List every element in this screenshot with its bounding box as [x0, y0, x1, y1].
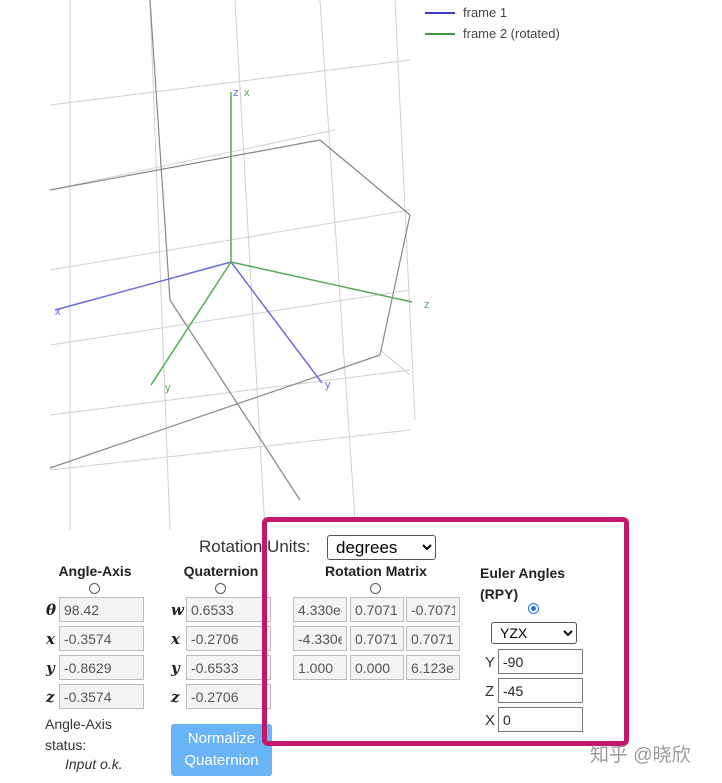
- 3d-plot[interactable]: x y z x y z: [0, 0, 722, 530]
- euler-angles-title: Euler Angles (RPY): [480, 563, 565, 605]
- legend-item-frame1[interactable]: frame 1: [425, 5, 507, 20]
- grid-edge: [169, 299, 301, 501]
- frame2-axes: [150, 92, 413, 386]
- legend-label: frame 2 (rotated): [463, 26, 560, 41]
- rotation-matrix-title: Rotation Matrix: [325, 563, 427, 579]
- matrix-cell-2-2[interactable]: [406, 655, 460, 680]
- grid-line: [319, 0, 356, 521]
- grid-line: [49, 209, 411, 271]
- euler-order-select[interactable]: YZX: [491, 622, 577, 644]
- angle-axis-theta-input[interactable]: [59, 597, 144, 622]
- quaternion-symbol-w: w: [171, 601, 184, 619]
- matrix-cell-2-1[interactable]: [350, 655, 404, 680]
- angle-axis-symbol-z: z: [46, 688, 55, 706]
- quaternion-title: Quaternion: [183, 563, 259, 579]
- frame1-y-axis: [230, 261, 323, 384]
- quaternion-radio[interactable]: [215, 583, 226, 594]
- euler-title-line1: Euler Angles: [480, 565, 566, 581]
- frame2-y-label: y: [165, 382, 171, 394]
- matrix-cell-0-2[interactable]: [406, 597, 460, 622]
- euler-z-input[interactable]: [498, 678, 583, 703]
- frame1-axes: [54, 261, 323, 384]
- grid-frame: [49, 0, 411, 501]
- angle-axis-status-text: Input o.k.: [65, 756, 123, 772]
- grid-edge: [49, 139, 321, 191]
- matrix-cell-1-0[interactable]: [293, 626, 347, 651]
- angle-axis-radio[interactable]: [89, 583, 100, 594]
- grid-line: [379, 349, 411, 376]
- normalize-quaternion-button[interactable]: Normalize Quaternion: [171, 724, 272, 776]
- rotation-units-label: Rotation Units:: [199, 537, 311, 556]
- quaternion-symbol-z: z: [171, 688, 180, 706]
- legend-label: frame 1: [463, 5, 508, 20]
- grid-line: [149, 0, 171, 530]
- quaternion-symbol-y: y: [171, 659, 180, 677]
- euler-angles-radio[interactable]: [528, 603, 539, 614]
- quaternion-x-input[interactable]: [186, 626, 271, 651]
- euler-symbol-y: Y: [485, 654, 496, 671]
- rotation-units-select[interactable]: degrees: [327, 535, 436, 560]
- euler-symbol-x: X: [485, 712, 496, 729]
- frame1-z-label: z: [233, 87, 239, 99]
- normalize-button-line1: Normalize: [187, 730, 256, 747]
- rotation-matrix-radio[interactable]: [370, 583, 381, 594]
- frame2-z-label: z: [424, 299, 430, 311]
- angle-axis-status-label: Angle-Axis status:: [45, 716, 112, 753]
- matrix-cell-1-2[interactable]: [406, 626, 460, 651]
- quaternion-z-input[interactable]: [186, 684, 271, 709]
- quaternion-y-input[interactable]: [186, 655, 271, 680]
- frame2-x-label: x: [244, 87, 250, 99]
- angle-axis-y-input[interactable]: [59, 655, 144, 680]
- euler-x-input[interactable]: [498, 707, 583, 732]
- angle-axis-symbol-y: y: [46, 659, 55, 677]
- euler-y-input[interactable]: [498, 649, 583, 674]
- angle-axis-z-input[interactable]: [59, 684, 144, 709]
- euler-title-line2: (RPY): [480, 586, 519, 602]
- frame1-x-label: x: [55, 306, 61, 318]
- normalize-button-line2: Quaternion: [184, 752, 259, 769]
- matrix-cell-1-1[interactable]: [350, 626, 404, 651]
- grid-edge: [379, 214, 411, 356]
- quaternion-w-input[interactable]: [186, 597, 271, 622]
- angle-axis-symbol-theta: θ: [46, 601, 57, 619]
- legend-swatch: [425, 32, 455, 35]
- frame1-y-label: y: [325, 379, 331, 391]
- matrix-cell-0-0[interactable]: [293, 597, 347, 622]
- watermark: 知乎 @晓欣: [590, 745, 691, 766]
- grid-edge: [49, 354, 381, 469]
- matrix-cell-2-0[interactable]: [293, 655, 347, 680]
- legend-item-frame2[interactable]: frame 2 (rotated): [425, 26, 560, 41]
- angle-axis-symbol-x: x: [46, 630, 55, 648]
- matrix-cell-0-1[interactable]: [350, 597, 404, 622]
- grid-line: [49, 59, 411, 106]
- angle-axis-x-input[interactable]: [59, 626, 144, 651]
- grid-line: [49, 289, 411, 346]
- grid-line: [49, 129, 336, 191]
- frame2-x-axis: [230, 261, 413, 303]
- quaternion-symbol-x: x: [171, 630, 180, 648]
- legend-swatch: [425, 11, 455, 14]
- angle-axis-title: Angle-Axis: [58, 563, 132, 579]
- grid-line: [394, 0, 416, 421]
- euler-symbol-z: Z: [485, 683, 495, 700]
